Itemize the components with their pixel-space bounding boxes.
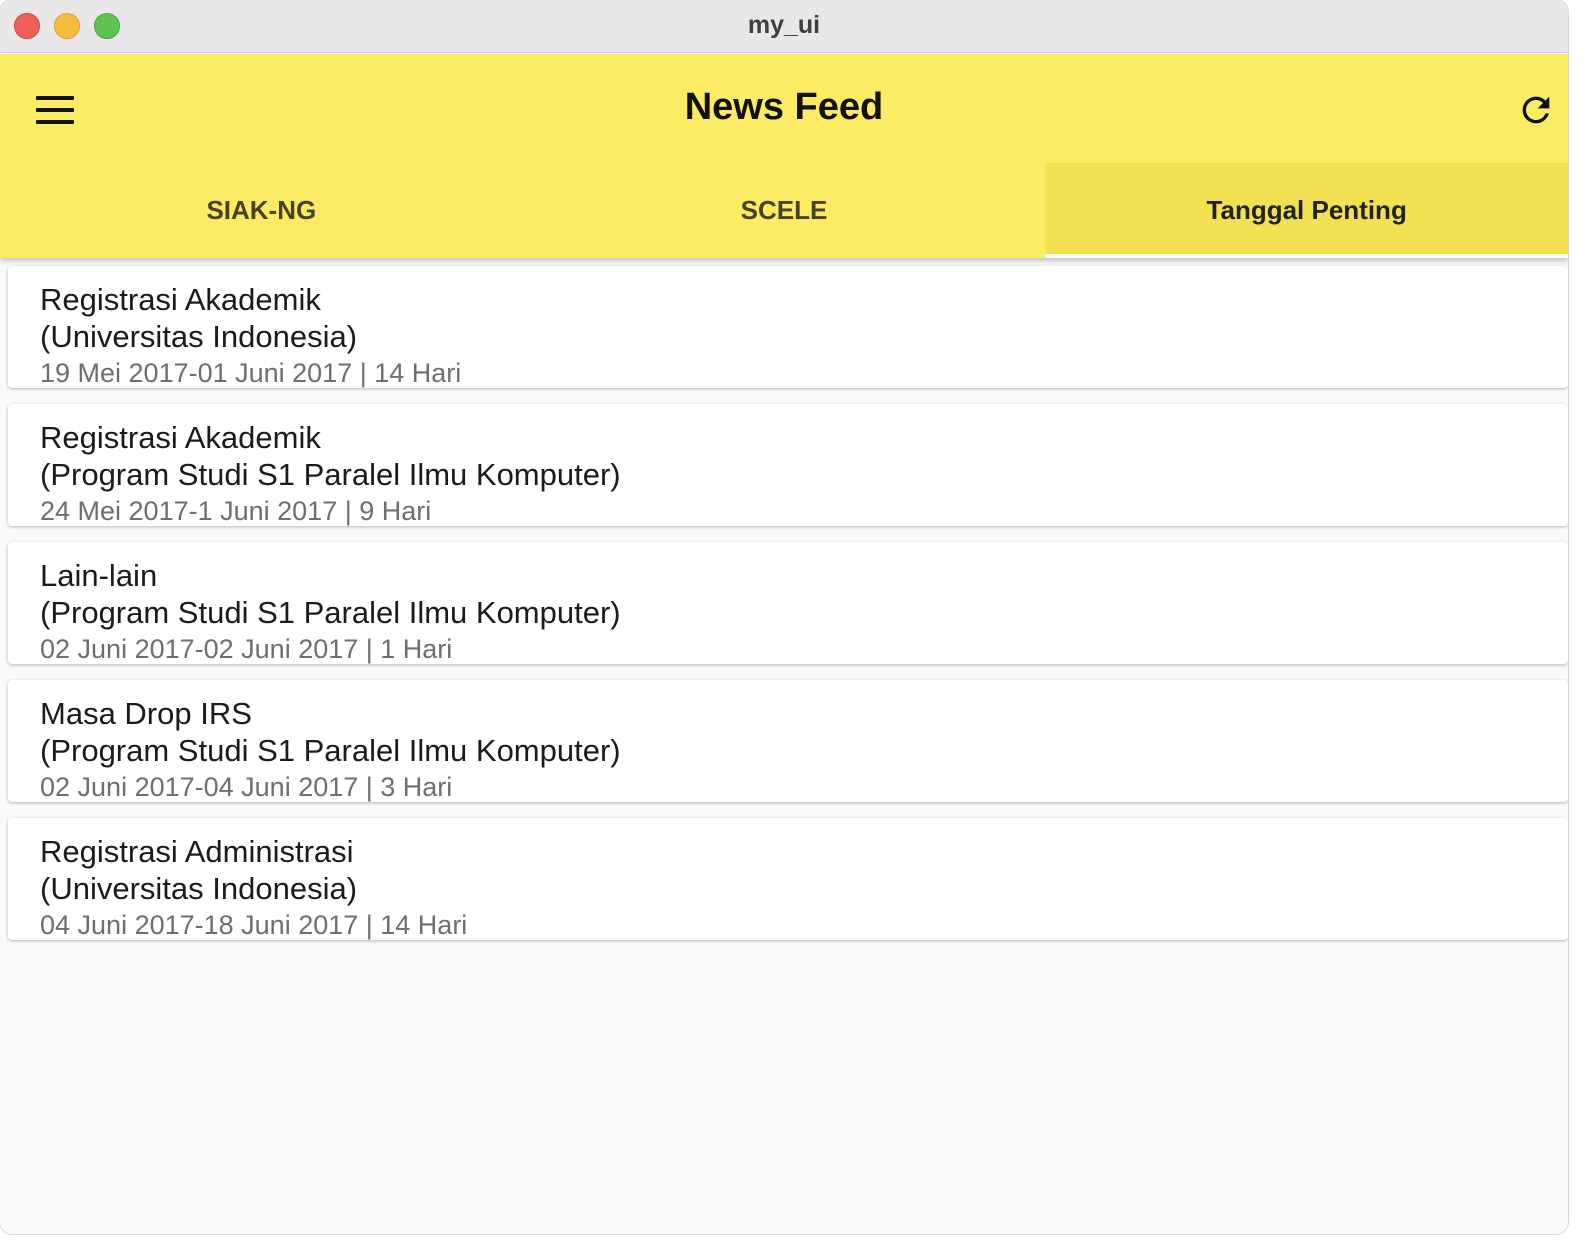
- event-title: Lain-lain: [40, 558, 158, 593]
- event-date-range: 04 Juni 2017-18 Juni 2017 | 14 Hari: [40, 910, 468, 940]
- event-subtitle: (Program Studi S1 Paralel Ilmu Komputer): [40, 595, 621, 630]
- event-subtitle: (Program Studi S1 Paralel Ilmu Komputer): [40, 457, 621, 492]
- list-item[interactable]: Masa Drop IRS (Program Studi S1 Paralel …: [8, 680, 1568, 802]
- tab-label: Tanggal Penting: [1206, 195, 1407, 225]
- event-title: Registrasi Akademik: [40, 282, 321, 317]
- event-title: Registrasi Akademik: [40, 420, 321, 455]
- window-title: my_ui: [747, 11, 821, 39]
- window-titlebar: my_ui: [0, 0, 1568, 53]
- list-item[interactable]: Registrasi Akademik (Program Studi S1 Pa…: [8, 404, 1568, 526]
- tab-siak-ng[interactable]: SIAK-NG: [0, 163, 523, 258]
- refresh-icon[interactable]: [1516, 90, 1556, 130]
- event-subtitle: (Program Studi S1 Paralel Ilmu Komputer): [40, 733, 621, 768]
- event-date-range: 02 Juni 2017-04 Juni 2017 | 3 Hari: [40, 772, 453, 802]
- event-subtitle: (Universitas Indonesia): [40, 871, 358, 906]
- app-window: my_ui News Feed SIAK-NG SCELE Tanggal Pe…: [0, 0, 1568, 1234]
- app-bar: News Feed SIAK-NG SCELE Tanggal Penting: [0, 54, 1568, 258]
- list-item[interactable]: Registrasi Akademik (Universitas Indones…: [8, 266, 1568, 388]
- page-title: News Feed: [684, 86, 884, 128]
- event-title: Registrasi Administrasi: [40, 834, 354, 869]
- tab-label: SCELE: [740, 195, 828, 225]
- list-item[interactable]: Lain-lain (Program Studi S1 Paralel Ilmu…: [8, 542, 1568, 664]
- tab-label: SIAK-NG: [206, 195, 317, 225]
- event-subtitle: (Universitas Indonesia): [40, 319, 358, 354]
- event-date-range: 02 Juni 2017-02 Juni 2017 | 1 Hari: [40, 634, 453, 664]
- tab-bar: SIAK-NG SCELE Tanggal Penting: [0, 163, 1568, 258]
- list-item[interactable]: Registrasi Administrasi (Universitas Ind…: [8, 818, 1568, 940]
- event-title: Masa Drop IRS: [40, 696, 252, 731]
- tab-scele[interactable]: SCELE: [523, 163, 1046, 258]
- tab-tanggal-penting[interactable]: Tanggal Penting: [1045, 163, 1568, 258]
- event-date-range: 24 Mei 2017-1 Juni 2017 | 9 Hari: [40, 496, 432, 526]
- event-date-range: 19 Mei 2017-01 Juni 2017 | 14 Hari: [40, 358, 462, 388]
